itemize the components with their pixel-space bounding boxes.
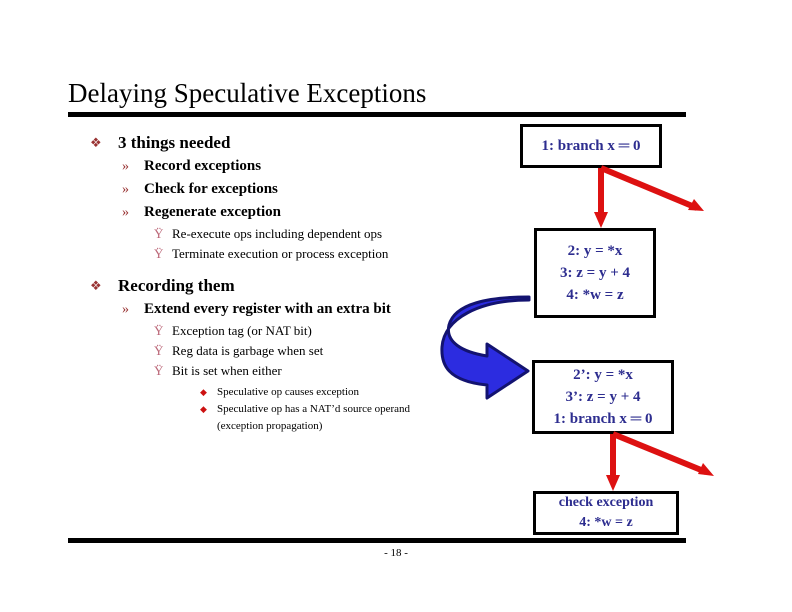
bullet-level4: ◆ Speculative op has a NAT’d source oper… — [200, 401, 498, 435]
bullet-text: Regenerate exception — [144, 204, 282, 220]
bullet-level1: ❖ 3 things needed — [68, 132, 498, 154]
bullet-level2: » Extend every register with an extra bi… — [122, 299, 498, 320]
bullet-text: Extend every register with an extra bit — [144, 301, 391, 317]
ydieresis-bullet-icon: Ÿ — [154, 246, 164, 261]
bullet-level3: Ÿ Bit is set when either — [154, 361, 498, 380]
guillemet-bullet-icon: » — [122, 302, 129, 317]
guillemet-bullet-icon: » — [122, 182, 129, 197]
diamond4-bullet-icon: ❖ — [90, 278, 102, 293]
diamond-bullet-icon: ◆ — [200, 387, 207, 397]
bullet-text: Check for exceptions — [144, 181, 278, 197]
code-line: 2: y = *x — [567, 243, 623, 259]
page-title: Delaying Speculative Exceptions — [68, 78, 427, 108]
code-box-reordered-ops: 2’: y = *x 3’: z = y + 4 1: branch x ═ 0 — [532, 360, 674, 434]
outline-body: ❖ 3 things needed » Record exceptions » … — [68, 130, 498, 435]
bullet-level3: Ÿ Exception tag (or NAT bit) — [154, 321, 498, 340]
footer-divider — [68, 538, 686, 543]
bullet-text: Recording them — [118, 276, 235, 295]
bullet-level3: Ÿ Terminate execution or process excepti… — [154, 244, 498, 263]
bullet-level1: ❖ Recording them — [68, 275, 498, 297]
bullet-text: Speculative op has a NAT’d source operan… — [217, 403, 411, 432]
diamond4-bullet-icon: ❖ — [90, 135, 102, 150]
code-line: 3: z = y + 4 — [560, 265, 630, 281]
bullet-text: Speculative op causes exception — [217, 386, 360, 398]
arrow-branch-diagonal-icon — [599, 165, 704, 211]
ydieresis-bullet-icon: Ÿ — [154, 363, 164, 378]
title-divider — [68, 112, 686, 117]
bullet-level2: » Record exceptions — [122, 156, 498, 177]
guillemet-bullet-icon: » — [122, 159, 129, 174]
code-line: 4: *w = z — [566, 287, 624, 303]
diamond-bullet-icon: ◆ — [200, 404, 207, 414]
page-number: - 18 - — [384, 547, 408, 559]
code-box-branch: 1: branch x ═ 0 — [520, 124, 662, 168]
bullet-level2: » Check for exceptions — [122, 179, 498, 200]
code-line: check exception — [558, 495, 654, 510]
arrow-reordered-to-check-icon — [606, 434, 620, 491]
ydieresis-bullet-icon: Ÿ — [154, 343, 164, 358]
bullet-level3: Ÿ Reg data is garbage when set — [154, 341, 498, 360]
bullet-text: Bit is set when either — [172, 363, 282, 378]
arrow-branch-to-ops-icon — [594, 168, 608, 228]
code-line: 3’: z = y + 4 — [565, 389, 641, 405]
code-line: 2’: y = *x — [573, 367, 633, 383]
arrow-reordered-diagonal-icon — [611, 431, 714, 476]
code-box-check-exception: check exception 4: *w = z — [533, 491, 679, 535]
code-box-original-ops: 2: y = *x 3: z = y + 4 4: *w = z — [534, 228, 656, 318]
bullet-text: Terminate execution or process exception — [172, 246, 389, 261]
ydieresis-bullet-icon: Ÿ — [154, 323, 164, 338]
bullet-level4: ◆ Speculative op causes exception — [200, 384, 498, 401]
ydieresis-bullet-icon: Ÿ — [154, 226, 164, 241]
bullet-level3: Ÿ Re-execute ops including dependent ops — [154, 224, 498, 243]
code-line: 1: branch x ═ 0 — [541, 138, 641, 154]
bullet-text: Record exceptions — [144, 158, 262, 174]
code-line: 4: *w = z — [579, 515, 633, 530]
bullet-text: 3 things needed — [118, 133, 231, 152]
bullet-text: Exception tag (or NAT bit) — [172, 323, 312, 338]
guillemet-bullet-icon: » — [122, 205, 129, 220]
code-line: 1: branch x ═ 0 — [553, 411, 653, 427]
bullet-text: Re-execute ops including dependent ops — [172, 226, 383, 241]
slide-canvas: Delaying Speculative Exceptions ❖ 3 thin… — [0, 0, 792, 612]
bullet-level2: » Regenerate exception — [122, 202, 498, 223]
bullet-text: Reg data is garbage when set — [172, 343, 324, 358]
